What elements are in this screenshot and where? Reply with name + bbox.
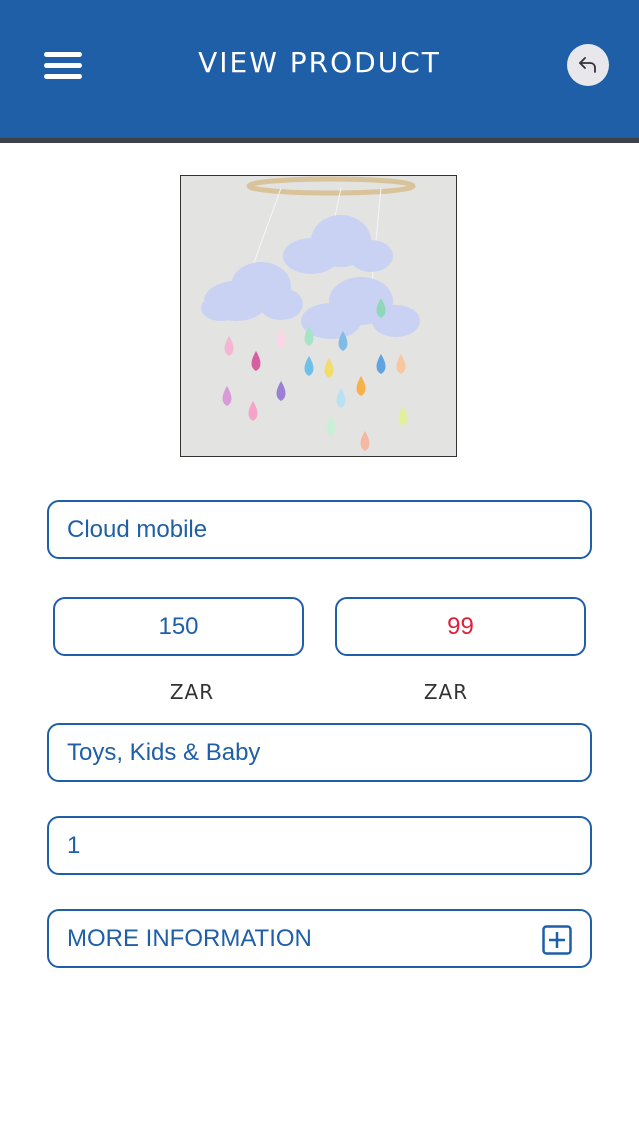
sale-currency-label: ZAR xyxy=(423,680,469,704)
back-arrow-icon xyxy=(579,57,596,73)
price-field[interactable]: 150 xyxy=(53,597,304,656)
product-name-field[interactable]: Cloud mobile xyxy=(47,500,592,559)
more-information-label: MORE INFORMATION xyxy=(67,924,312,952)
back-button[interactable] xyxy=(567,44,609,86)
price-currency-label: ZAR xyxy=(169,680,215,704)
top-bar: VIEW PRODUCT xyxy=(0,0,639,143)
quantity-field[interactable]: 1 xyxy=(47,816,592,875)
product-image xyxy=(180,175,457,457)
category-field[interactable]: Toys, Kids & Baby xyxy=(47,723,592,782)
sale-price-field[interactable]: 99 xyxy=(335,597,586,656)
page-title: VIEW PRODUCT xyxy=(198,46,441,79)
plus-square-icon[interactable] xyxy=(542,925,572,955)
more-information-button[interactable]: MORE INFORMATION xyxy=(47,909,592,968)
cloud-mobile-photo xyxy=(181,176,456,456)
app-screen: VIEW PRODUCT Cloud mobile 150 99 ZAR ZAR… xyxy=(0,0,639,1136)
